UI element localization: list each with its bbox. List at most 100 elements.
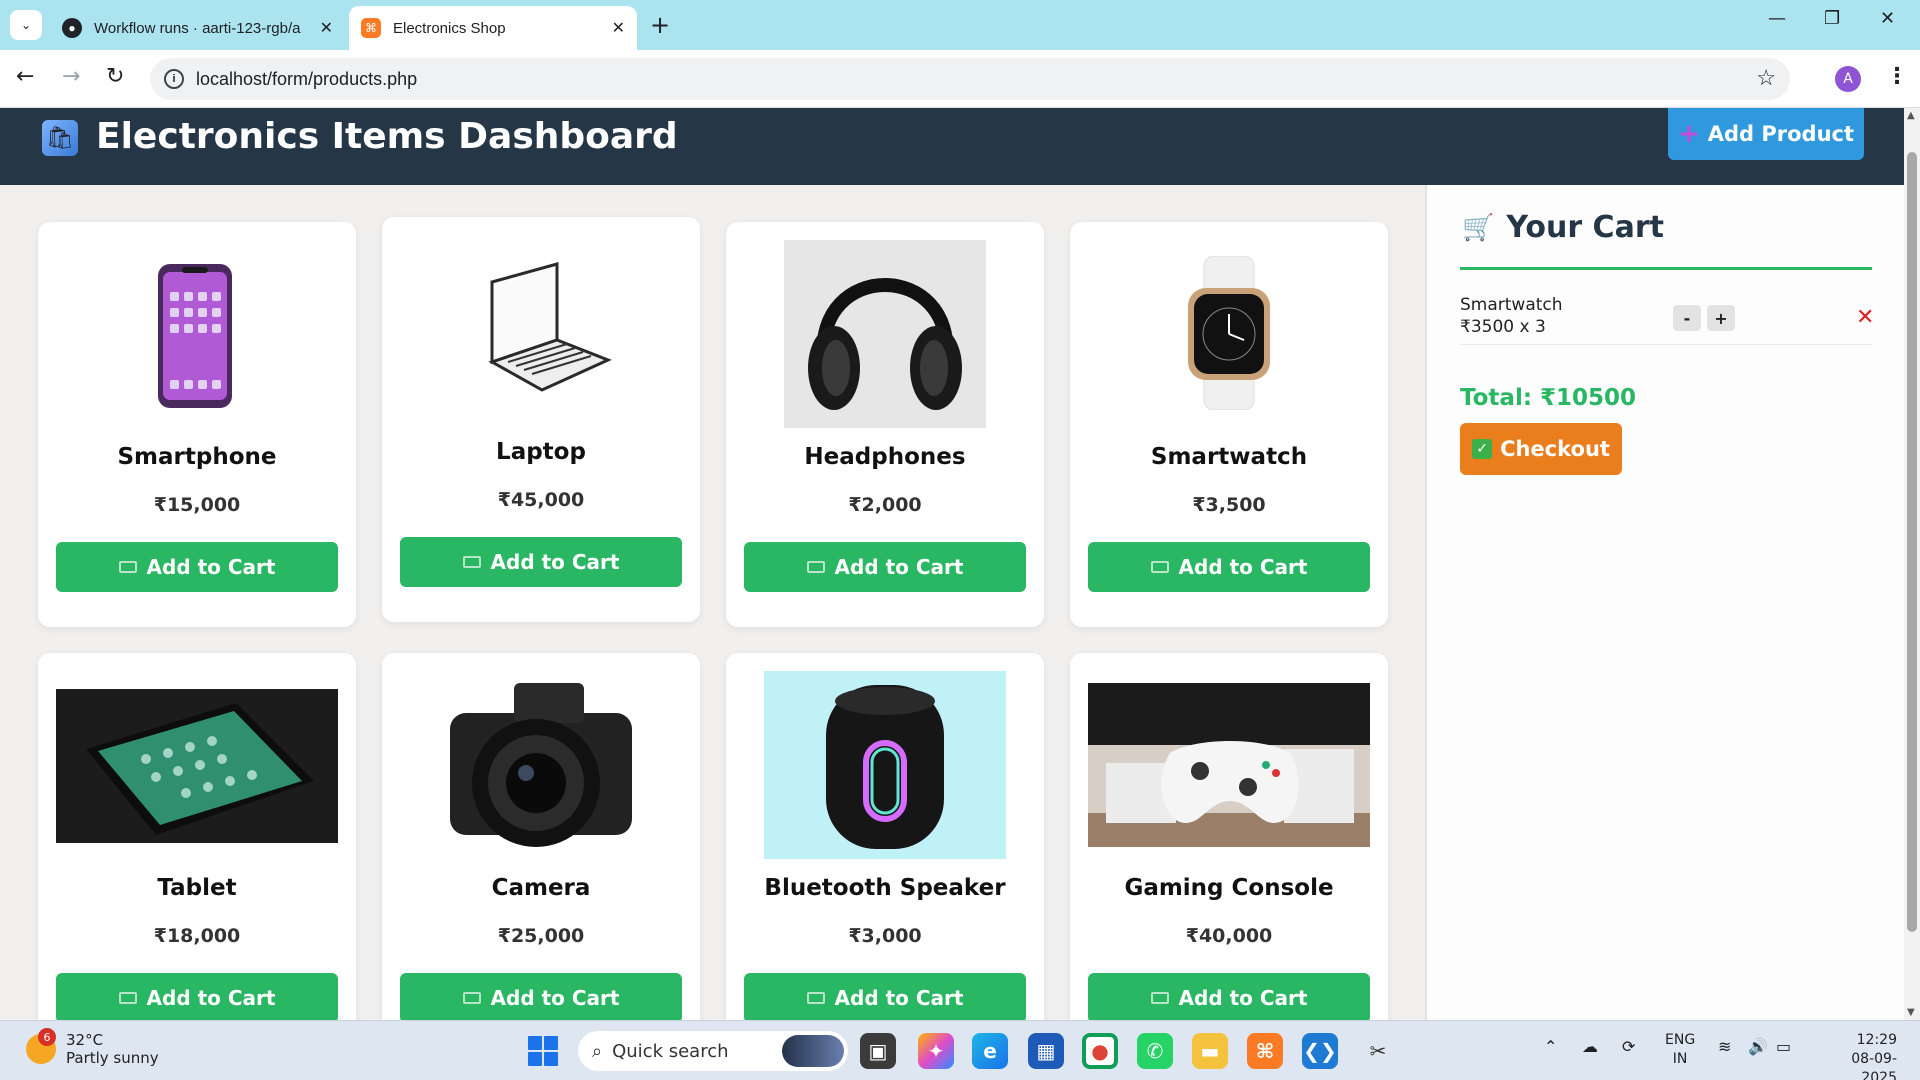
product-image-smartwatch	[1184, 256, 1274, 410]
snipping-tool-icon[interactable]: ✂	[1360, 1033, 1396, 1069]
close-icon[interactable]: ✕	[612, 18, 625, 38]
sync-icon[interactable]: ⟳	[1622, 1037, 1635, 1056]
browser-toolbar: ← → ↻ i localhost/form/products.php ☆	[0, 50, 1920, 108]
start-button-icon[interactable]	[528, 1036, 558, 1066]
add-to-cart-label: Add to Cart	[490, 986, 620, 1010]
add-to-cart-button[interactable]: Add to Cart	[1088, 542, 1370, 592]
minimize-button[interactable]: —	[1768, 8, 1786, 29]
add-product-button[interactable]: + Add Product	[1668, 108, 1864, 160]
weather-sun-icon: 6	[26, 1028, 56, 1064]
product-price: ₹18,000	[153, 925, 241, 947]
increase-quantity-button[interactable]: +	[1707, 305, 1735, 331]
taskbar: 6 32°C Partly sunny ⌕ Quick search ▣ ✦ e…	[0, 1020, 1920, 1080]
decrease-quantity-button[interactable]: -	[1673, 305, 1701, 331]
product-card: Smartphone ₹15,000 Add to Cart	[38, 222, 356, 627]
shopping-cart-icon: 🛒	[1462, 212, 1495, 243]
xampp-icon[interactable]: ⌘	[1247, 1033, 1283, 1069]
check-icon: ✓	[1472, 439, 1493, 459]
weather-condition: Partly sunny	[66, 1049, 159, 1067]
cart-total: Total: ₹10500	[1460, 385, 1637, 411]
cart-item-quantity: ₹3500 x 3	[1460, 317, 1546, 337]
wifi-icon[interactable]: ≋	[1718, 1037, 1731, 1056]
add-to-cart-button[interactable]: Add to Cart	[744, 973, 1026, 1020]
product-name: Laptop	[496, 439, 586, 465]
temperature: 32°C	[66, 1031, 104, 1049]
product-card: Camera ₹25,000 Add to Cart	[382, 653, 700, 1020]
add-to-cart-button[interactable]: Add to Cart	[1088, 973, 1370, 1020]
add-to-cart-button[interactable]: Add to Cart	[744, 542, 1026, 592]
chevron-down-icon: ⌄	[20, 18, 32, 32]
page-header: 🛍 Electronics Items Dashboard + Add Prod…	[0, 108, 1904, 185]
product-name: Gaming Console	[1124, 875, 1334, 901]
shopping-bag-icon: 🛍	[42, 120, 78, 156]
product-price: ₹40,000	[1185, 925, 1273, 947]
input-language[interactable]: ENG IN	[1665, 1031, 1695, 1069]
card-icon	[118, 992, 137, 1004]
add-to-cart-button[interactable]: Add to Cart	[56, 973, 338, 1020]
card-icon	[1150, 992, 1169, 1004]
window-close-button[interactable]: ✕	[1880, 8, 1895, 29]
add-to-cart-label: Add to Cart	[1178, 555, 1308, 579]
copilot-icon[interactable]: ✦	[918, 1033, 954, 1069]
profile-avatar[interactable]: A	[1835, 66, 1861, 92]
scroll-down-icon[interactable]: ▼	[1907, 1007, 1915, 1018]
browser-menu-icon[interactable]: ⋮	[1886, 64, 1908, 89]
close-icon[interactable]: ✕	[320, 18, 333, 38]
product-card: Laptop ₹45,000 Add to Cart	[382, 217, 700, 622]
weather-widget[interactable]: 6 32°C Partly sunny	[26, 1028, 159, 1067]
add-to-cart-label: Add to Cart	[146, 986, 276, 1010]
product-image-camera	[444, 673, 638, 855]
tab-electronics-shop[interactable]: ⌘ Electronics Shop ✕	[349, 6, 637, 50]
address-bar[interactable]: i localhost/form/products.php ☆	[150, 58, 1790, 100]
tab-workflow-runs[interactable]: ● Workflow runs · aarti-123-rgb/a ✕	[50, 6, 345, 50]
edge-icon[interactable]: e	[972, 1033, 1008, 1069]
search-highlight-icon	[782, 1035, 844, 1067]
add-to-cart-button[interactable]: Add to Cart	[400, 537, 682, 587]
back-button[interactable]: ←	[16, 64, 34, 89]
volume-icon[interactable]: 🔊	[1748, 1037, 1768, 1056]
system-clock[interactable]: 12:29 08-09-2025	[1817, 1031, 1897, 1080]
product-image-gaming-console	[1088, 683, 1370, 847]
task-view-icon[interactable]: ▣	[860, 1033, 896, 1069]
card-icon	[118, 561, 137, 573]
vscode-icon[interactable]: ❮❯	[1302, 1033, 1338, 1069]
reload-button[interactable]: ↻	[106, 64, 124, 89]
add-to-cart-button[interactable]: Add to Cart	[56, 542, 338, 592]
forward-button[interactable]: →	[62, 64, 80, 89]
product-price: ₹3,000	[848, 925, 922, 947]
page-scrollbar[interactable]: ▲ ▼	[1904, 108, 1920, 1020]
card-icon	[1150, 561, 1169, 573]
tab-search-button[interactable]: ⌄	[10, 10, 42, 40]
taskbar-search[interactable]: ⌕ Quick search	[578, 1031, 848, 1071]
cart-title: 🛒 Your Cart	[1462, 210, 1664, 245]
product-image-headphones	[784, 240, 986, 428]
store-icon[interactable]: ▦	[1028, 1033, 1064, 1069]
file-explorer-icon[interactable]: ▬	[1192, 1033, 1228, 1069]
card-icon	[806, 992, 825, 1004]
site-info-icon[interactable]: i	[164, 69, 184, 89]
product-name: Smartphone	[117, 444, 277, 470]
add-to-cart-button[interactable]: Add to Cart	[400, 973, 682, 1020]
bookmark-star-icon[interactable]: ☆	[1756, 65, 1776, 91]
plus-icon: +	[1677, 119, 1700, 149]
checkout-label: Checkout	[1500, 437, 1610, 461]
chrome-icon[interactable]: ●	[1082, 1033, 1118, 1069]
scroll-up-icon[interactable]: ▲	[1907, 110, 1915, 121]
card-icon	[462, 556, 481, 568]
new-tab-button[interactable]: +	[650, 10, 670, 40]
remove-item-icon[interactable]: ✕	[1856, 305, 1874, 330]
search-icon: ⌕	[592, 1040, 603, 1062]
page-title: Electronics Items Dashboard	[96, 116, 678, 157]
product-price: ₹15,000	[153, 494, 241, 516]
page-viewport: 🛍 Electronics Items Dashboard + Add Prod…	[0, 108, 1904, 1020]
search-placeholder: Quick search	[612, 1040, 729, 1062]
show-hidden-icons[interactable]: ⌃	[1544, 1037, 1557, 1056]
checkout-button[interactable]: ✓ Checkout	[1460, 423, 1622, 475]
product-image-bluetooth-speaker	[764, 671, 1006, 859]
onedrive-icon[interactable]: ☁	[1582, 1037, 1598, 1056]
product-card: Smartwatch ₹3,500 Add to Cart	[1070, 222, 1388, 627]
restore-button[interactable]: ❐	[1824, 8, 1840, 29]
whatsapp-icon[interactable]: ✆	[1137, 1033, 1173, 1069]
scroll-thumb[interactable]	[1907, 152, 1917, 932]
battery-icon[interactable]: ▭	[1776, 1037, 1791, 1056]
